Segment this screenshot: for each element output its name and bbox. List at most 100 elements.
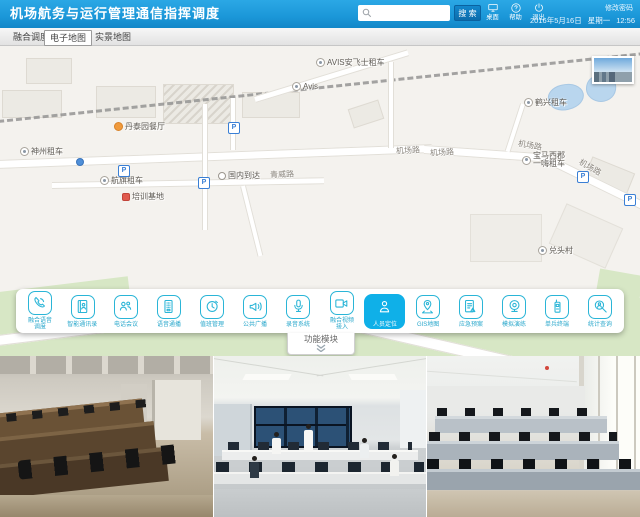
photo-office-cubicles (427, 356, 640, 517)
module-item-10[interactable]: 应急预案 (450, 294, 491, 329)
change-password-link[interactable]: 修改密码 (605, 3, 633, 13)
poi-rental-icon (100, 176, 109, 185)
module-label: 模拟演练 (502, 321, 526, 327)
walkie-icon (549, 298, 566, 315)
parking-icon[interactable]: P (624, 194, 636, 206)
module-iconbox (71, 295, 95, 319)
tab-street-view-map[interactable]: 实景地图 (90, 30, 136, 44)
search-box[interactable] (358, 5, 450, 21)
module-item-3[interactable]: 语音通播 (148, 294, 189, 329)
poi-label: 国内到达 (228, 172, 260, 180)
map-pond (545, 80, 586, 114)
search-button[interactable]: 搜 索 (454, 5, 481, 21)
module-iconbox (416, 295, 440, 319)
person-figure (390, 454, 399, 476)
parking-icon[interactable]: P (577, 171, 589, 183)
module-iconbox (459, 295, 483, 319)
page-title: 机场航务与运行管理通信指挥调度 (10, 0, 220, 28)
tab-electronic-map[interactable]: 电子地图 (44, 30, 92, 46)
poi-label: 兑头村 (549, 247, 573, 255)
module-item-11[interactable]: 模拟演练 (494, 294, 535, 329)
module-iconbox (243, 295, 267, 319)
module-item-7[interactable]: 融合视频接入 (321, 290, 362, 332)
module-item-13[interactable]: 统计查询 (580, 294, 621, 329)
person-figure (250, 456, 259, 478)
module-item-1[interactable]: 智能通讯录 (62, 294, 103, 329)
panorama-control[interactable] (592, 56, 634, 84)
poi-label: 航旗租车 (111, 177, 143, 185)
module-iconbox (545, 295, 569, 319)
module-item-6[interactable]: 录音系统 (278, 294, 319, 329)
help-icon (510, 2, 522, 14)
map-poi[interactable]: 培训基地 (122, 193, 164, 201)
webcam-icon (506, 298, 523, 315)
module-label: 统计查询 (588, 321, 612, 327)
poi-blue-marker-icon (76, 158, 84, 166)
nav-label: 帮助 (505, 14, 526, 21)
map-poi[interactable]: 航旗租车 (100, 176, 143, 185)
poi-label: AVIS安飞士租车 (327, 59, 385, 67)
map-poi[interactable]: AVIS安飞士租车 (316, 58, 385, 67)
map-canvas[interactable]: 机场路机场路机场路机场路青威路 AVIS安飞士租车Avis丹泰园餐厅神州租车航旗… (0, 46, 640, 356)
module-iconbox (286, 295, 310, 319)
parking-icon[interactable]: P (228, 122, 240, 134)
road-airport (0, 144, 432, 169)
module-item-0[interactable]: 融合语音调度 (19, 290, 60, 332)
road-minor (388, 62, 394, 148)
poi-rental-icon (316, 58, 325, 67)
module-item-2[interactable]: 电话会议 (105, 294, 146, 329)
person-figure (360, 438, 369, 458)
module-label: 人员定位 (373, 321, 397, 327)
poi-restaurant-icon (114, 122, 123, 131)
poi-label: 丹泰园餐厅 (125, 123, 165, 131)
map-poi[interactable]: 丹泰园餐厅 (114, 122, 165, 131)
poi-dot-icon (218, 172, 226, 180)
panorama-sky (594, 58, 632, 72)
map-building (348, 100, 385, 129)
module-iconbox (588, 295, 612, 319)
contacts-icon (74, 298, 91, 315)
poi-rental-icon (524, 98, 533, 107)
nav-desktop-button[interactable]: 桌面 (481, 2, 504, 26)
map-poi[interactable]: 鹤兴租车 (524, 98, 567, 107)
map-poi[interactable]: 宝马西郡一嗨租车 (522, 152, 565, 168)
module-item-9[interactable]: GIS地图 (407, 294, 448, 329)
map-poi[interactable]: Avis (292, 82, 318, 91)
map-poi[interactable]: 神州租车 (20, 147, 63, 156)
map-building (96, 86, 156, 118)
module-label: 录音系统 (286, 321, 310, 327)
module-label: 融合语音调度 (28, 318, 52, 331)
map-poi[interactable]: 国内到达 (218, 172, 260, 180)
module-iconbox (502, 295, 526, 319)
map-poi[interactable]: 兑头村 (538, 246, 573, 255)
broadcast-icon (160, 298, 177, 315)
module-item-12[interactable]: 单兵终端 (537, 294, 578, 329)
stats-icon (592, 298, 609, 315)
parking-icon[interactable]: P (118, 165, 130, 177)
module-item-8[interactable]: 人员定位 (364, 294, 405, 329)
poi-label: 鹤兴租车 (535, 99, 567, 107)
module-iconbox (28, 291, 52, 315)
photo-operations-hall (214, 356, 426, 517)
road-minor (202, 104, 208, 230)
date-text: 2016年5月16日 (530, 16, 582, 25)
search-icon (361, 7, 373, 19)
view-tabbar: 融合调度电子地图实景地图 (0, 28, 640, 46)
conference-icon (117, 298, 134, 315)
road-label: 机场路 (396, 144, 421, 156)
poi-rental-icon (292, 82, 301, 91)
poi-label: 宝马西郡一嗨租车 (533, 152, 565, 168)
module-panel-toggle[interactable]: 功能模块 (287, 333, 355, 355)
search-input[interactable] (374, 5, 450, 23)
parking-icon[interactable]: P (198, 177, 210, 189)
module-label: 应急预案 (459, 321, 483, 327)
module-item-4[interactable]: 值班管理 (192, 294, 233, 329)
map-poi[interactable] (76, 158, 84, 166)
module-iconbox (373, 295, 397, 319)
poi-rental-icon (20, 147, 29, 156)
photo-strip (0, 356, 640, 517)
mic-icon (290, 298, 307, 315)
logout-icon (533, 2, 545, 14)
module-item-5[interactable]: 公共广播 (235, 294, 276, 329)
plan-icon (462, 298, 479, 315)
